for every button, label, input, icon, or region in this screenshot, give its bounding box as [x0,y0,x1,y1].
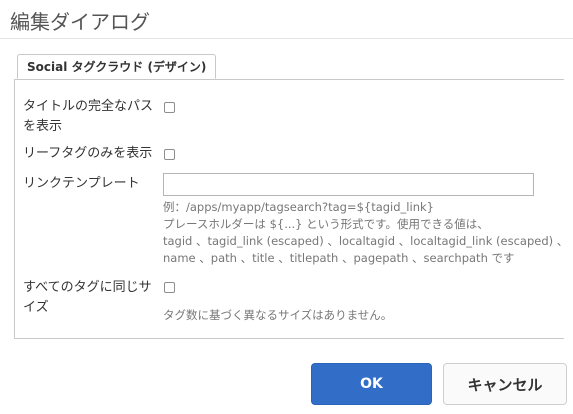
ok-button[interactable]: OK [311,363,432,405]
dialog-title: 編集ダイアログ [10,10,150,34]
tab-social-tagcloud-design[interactable]: Social タグクラウド (デザイン) [17,54,217,79]
full-title-path-label-line2: を表示 [23,119,63,134]
same-size-help: タグ数に基づく異なるサイズはありません。 [163,308,393,322]
link-template-input[interactable] [163,173,534,196]
full-title-path-label-line1: タイトルの完全なパス [23,99,154,114]
same-size-checkbox[interactable] [164,282,175,293]
title-divider [0,38,573,39]
link-template-help-line-3: tagid 、tagid_link (escaped) 、localtagid … [163,234,569,248]
same-size-label-line2: イズ [23,300,49,315]
same-size-label-line1: すべてのタグに同じサ [23,280,152,295]
link-template-help-line-1: 例：/apps/myapp/tagsearch?tag=${tagid_link… [163,200,434,214]
link-template-label: リンクテンプレート [23,176,140,191]
tab-strip: Social タグクラウド (デザイン) [14,54,567,80]
full-title-path-checkbox[interactable] [164,102,175,113]
same-size-label: すべてのタグに同じサ イズ [23,278,152,318]
cancel-button[interactable]: キャンセル [443,363,567,405]
leaf-tags-only-checkbox[interactable] [164,149,175,160]
leaf-tags-only-label: リーフタグのみを表示 [23,146,153,161]
link-template-help-line-2: プレースホルダーは ${...} という形式です。使用できる値は、 [163,217,489,231]
link-template-help-line-4: name 、path 、title 、titlepath 、pagepath 、… [163,251,515,265]
full-title-path-label: タイトルの完全なパス を表示 [23,97,153,137]
